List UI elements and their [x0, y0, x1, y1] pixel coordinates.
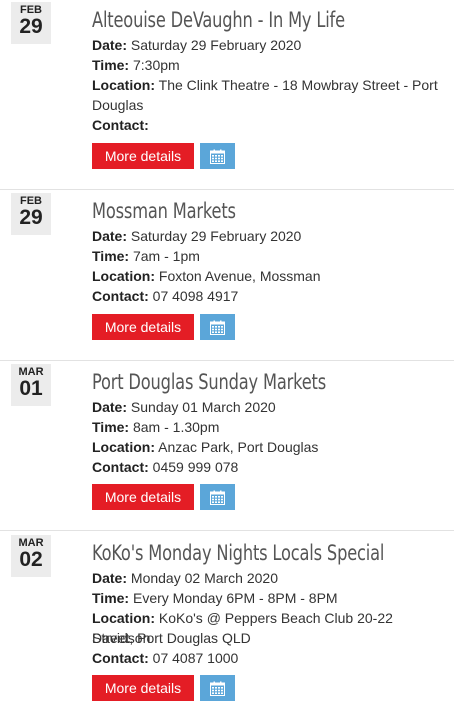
date-badge: MAR 02 — [11, 535, 51, 577]
location-value: The Clink Theatre - 18 Mowbray Street - … — [158, 77, 438, 93]
time-value: 8am - 1.30pm — [132, 419, 220, 435]
time-value: 7am - 1pm — [132, 248, 200, 264]
date-badge: FEB 29 — [11, 2, 51, 44]
date-label: Date: — [92, 37, 128, 53]
date-label: Date: — [92, 228, 128, 244]
event-location: Location: Anzac Park, Port Douglas — [92, 437, 448, 457]
date-badge-day: 29 — [19, 15, 43, 38]
contact-label: Contact: — [92, 117, 149, 133]
date-badge-month: FEB — [20, 195, 42, 207]
location-label: Location: — [92, 268, 155, 284]
event-time: Time: 7am - 1pm — [92, 246, 448, 266]
time-label: Time: — [92, 248, 130, 264]
location-label: Location: — [92, 610, 155, 626]
time-label: Time: — [92, 590, 130, 606]
add-to-calendar-button[interactable] — [200, 484, 235, 510]
date-badge-month: MAR — [18, 366, 44, 378]
event-time: Time: Every Monday 6PM - 8PM - 8PM — [92, 588, 448, 608]
event-date: Date: Monday 02 March 2020 — [92, 568, 448, 588]
event-contact: Contact: 0459 999 078 — [92, 457, 448, 477]
date-badge-month: FEB — [20, 4, 42, 16]
event-date: Date: Saturday 29 February 2020 — [92, 226, 448, 246]
contact-label: Contact: — [92, 288, 149, 304]
event-date: Date: Saturday 29 February 2020 — [92, 35, 448, 55]
contact-value: 07 4087 1000 — [152, 650, 239, 666]
event-contact: Contact: 07 4098 4917 — [92, 286, 448, 306]
date-value: Saturday 29 February 2020 — [130, 228, 302, 244]
event-contact: Contact: — [92, 115, 448, 135]
event-title[interactable]: Mossman Markets — [92, 199, 236, 223]
add-to-calendar-button[interactable] — [200, 143, 235, 169]
more-details-button[interactable]: More details — [92, 314, 194, 340]
date-value: Sunday 01 March 2020 — [130, 399, 276, 415]
date-label: Date: — [92, 399, 128, 415]
calendar-icon — [210, 681, 225, 696]
date-label: Date: — [92, 570, 128, 586]
date-badge-day: 02 — [19, 548, 43, 571]
contact-label: Contact: — [92, 650, 149, 666]
event-time: Time: 8am - 1.30pm — [92, 417, 448, 437]
date-value: Saturday 29 February 2020 — [130, 37, 302, 53]
add-to-calendar-button[interactable] — [200, 675, 235, 701]
more-details-button[interactable]: More details — [92, 675, 194, 701]
event-time: Time: 7:30pm — [92, 55, 448, 75]
event-location: Location: The Clink Theatre - 18 Mowbray… — [92, 75, 448, 95]
time-value: Every Monday 6PM - 8PM - 8PM — [132, 590, 338, 606]
event-date: Date: Sunday 01 March 2020 — [92, 397, 448, 417]
location-label: Location: — [92, 439, 155, 455]
event-location: Location: Foxton Avenue, Mossman — [92, 266, 448, 286]
date-badge: MAR 01 — [11, 364, 51, 406]
contact-value: 0459 999 078 — [152, 459, 239, 475]
date-value: Monday 02 March 2020 — [130, 570, 278, 586]
location-value: Anzac Park, Port Douglas — [158, 439, 319, 455]
event-divider — [0, 189, 454, 190]
event-divider — [0, 530, 454, 531]
contact-value: 07 4098 4917 — [152, 288, 239, 304]
time-label: Time: — [92, 57, 130, 73]
date-badge-day: 01 — [19, 377, 43, 400]
event-location-continued: Street, Port Douglas QLD — [92, 630, 251, 646]
more-details-button[interactable]: More details — [92, 143, 194, 169]
more-details-button[interactable]: More details — [92, 484, 194, 510]
event-title[interactable]: KoKo's Monday Nights Locals Special — [92, 541, 384, 565]
event-contact: Contact: 07 4087 1000 — [92, 648, 448, 668]
event-title[interactable]: Alteouise DeVaughn - In My Life — [92, 8, 345, 32]
add-to-calendar-button[interactable] — [200, 314, 235, 340]
time-label: Time: — [92, 419, 130, 435]
calendar-icon — [210, 149, 225, 164]
event-divider — [0, 360, 454, 361]
event-location-continued: Douglas — [92, 97, 144, 113]
calendar-icon — [210, 320, 225, 335]
date-badge-day: 29 — [19, 206, 43, 229]
calendar-icon — [210, 490, 225, 505]
event-title[interactable]: Port Douglas Sunday Markets — [92, 370, 326, 394]
date-badge: FEB 29 — [11, 193, 51, 235]
date-badge-month: MAR — [18, 537, 44, 549]
time-value: 7:30pm — [132, 57, 180, 73]
contact-label: Contact: — [92, 459, 149, 475]
location-value: Foxton Avenue, Mossman — [158, 268, 321, 284]
location-label: Location: — [92, 77, 155, 93]
